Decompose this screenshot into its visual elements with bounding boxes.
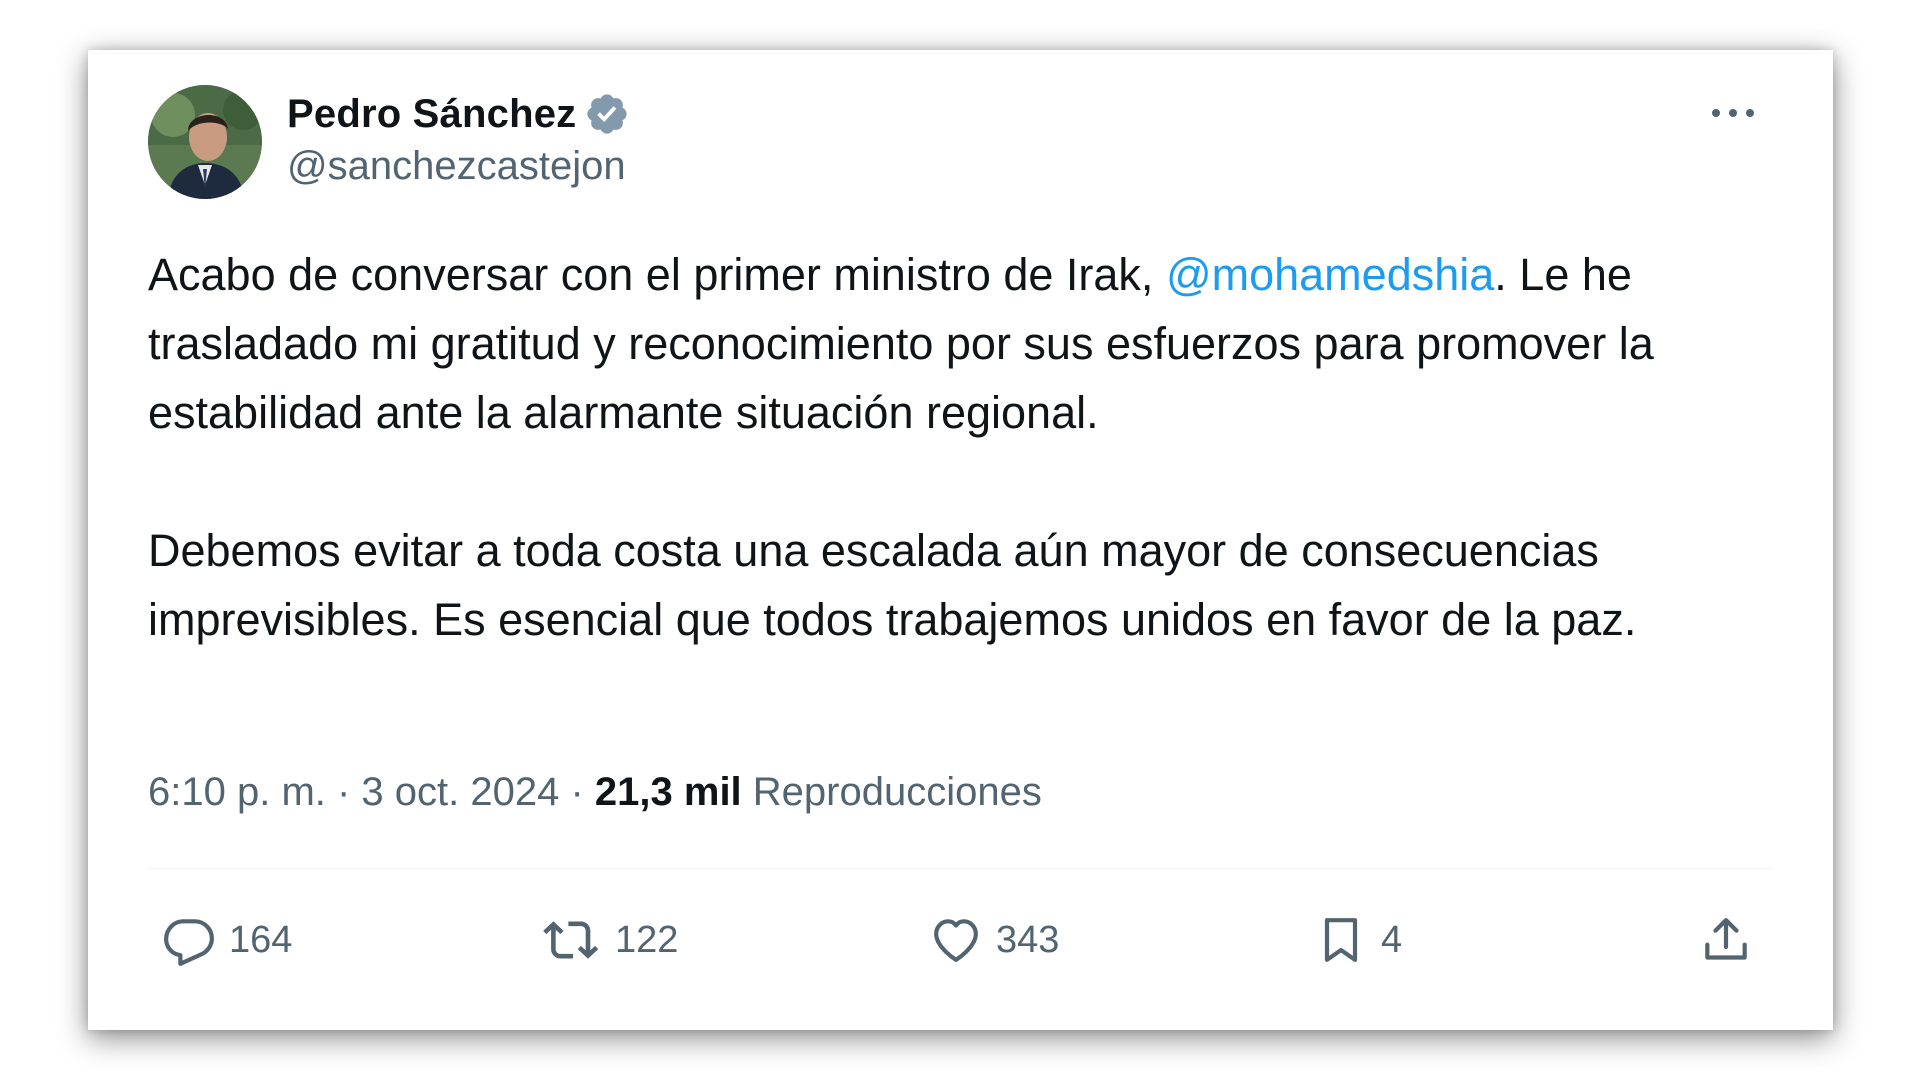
tweet-paragraph-1: Acabo de conversar con el primer ministr… [148, 240, 1788, 447]
verified-badge-icon [584, 91, 630, 137]
divider [148, 868, 1773, 869]
bookmark-icon [1313, 912, 1369, 968]
reply-button[interactable]: 164 [161, 910, 292, 970]
meta-separator: · [559, 770, 595, 814]
action-bar: 164 122 343 4 [88, 910, 1833, 970]
tweet-meta: 6:10 p. m. · 3 oct. 2024 · 21,3 mil Repr… [148, 770, 1042, 815]
tweet-paragraph-2: Debemos evitar a toda costa una escalada… [148, 525, 1637, 645]
views-count[interactable]: 21,3 mil [595, 770, 742, 814]
retweet-button[interactable]: 122 [543, 910, 678, 970]
more-options-icon[interactable] [1708, 98, 1758, 128]
reply-icon [161, 912, 217, 968]
share-icon [1698, 912, 1754, 968]
author-name[interactable]: Pedro Sánchez [287, 92, 576, 137]
tweet-text: Acabo de conversar con el primer ministr… [148, 240, 1788, 654]
like-button[interactable]: 343 [928, 910, 1059, 970]
author-row: Pedro Sánchez [287, 86, 630, 142]
heart-icon [928, 912, 984, 968]
reply-count: 164 [229, 918, 293, 961]
like-count: 343 [996, 918, 1060, 961]
tweet-card: Pedro Sánchez @sanchezcastejon Acabo de … [88, 50, 1833, 1030]
tweet-date[interactable]: 3 oct. 2024 [361, 770, 559, 814]
retweet-icon [543, 912, 603, 968]
share-button[interactable] [1698, 910, 1754, 970]
retweet-count: 122 [615, 918, 679, 961]
avatar[interactable] [148, 85, 262, 199]
views-label[interactable]: Reproducciones [742, 770, 1042, 814]
author-handle[interactable]: @sanchezcastejon [287, 144, 626, 189]
tweet-text-start: Acabo de conversar con el primer ministr… [148, 249, 1166, 300]
meta-separator: · [325, 770, 362, 814]
mention-link[interactable]: @mohamedshia [1166, 249, 1494, 300]
bookmark-button[interactable]: 4 [1313, 910, 1402, 970]
bookmark-count: 4 [1381, 918, 1403, 961]
tweet-time[interactable]: 6:10 p. m. [148, 770, 326, 814]
